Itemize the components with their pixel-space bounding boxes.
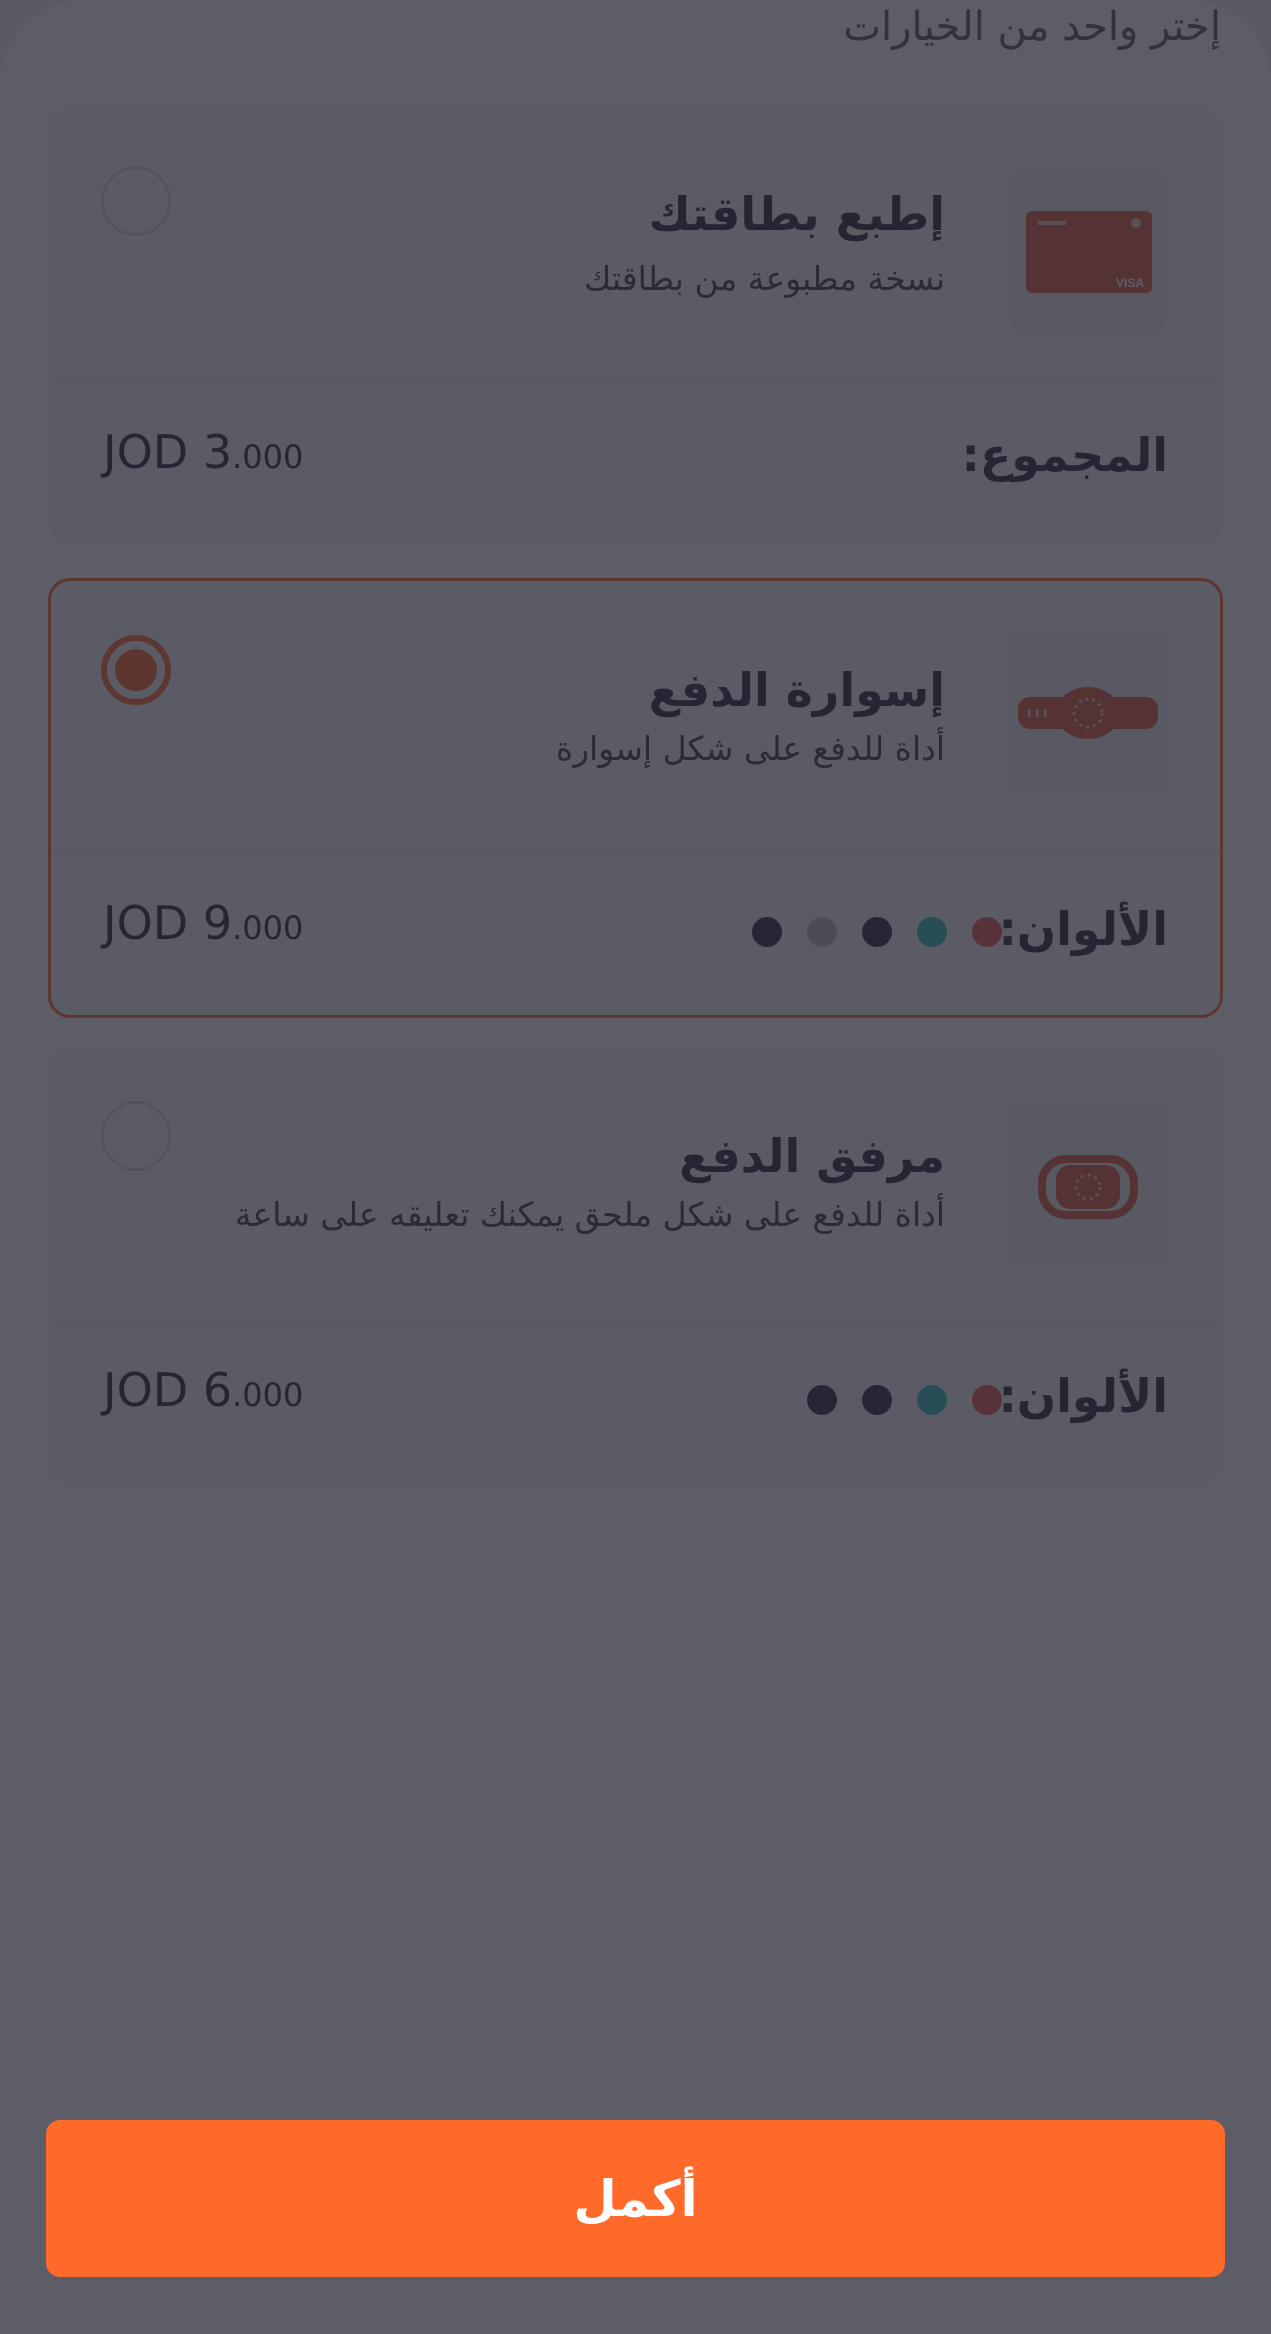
color-swatches xyxy=(752,917,1002,947)
radio-button[interactable] xyxy=(101,166,171,236)
option-card-print[interactable]: VISA إطبع بطاقتك نسخة مطبوعة من بطاقتك ا… xyxy=(48,108,1223,544)
price-decimal: .000 xyxy=(232,1376,304,1414)
color-swatch[interactable] xyxy=(807,917,837,947)
divider xyxy=(51,1321,1220,1323)
divider xyxy=(51,851,1220,853)
colors-label: الألوان: xyxy=(998,1369,1168,1423)
color-swatch[interactable] xyxy=(917,1385,947,1415)
option-description: أداة للدفع على شكل إسوارة xyxy=(555,729,945,768)
continue-button[interactable]: أكمل xyxy=(46,2120,1225,2277)
divider xyxy=(51,379,1220,381)
price-integer: 9 xyxy=(202,896,233,950)
radio-button[interactable] xyxy=(101,1101,171,1171)
price-integer: 6 xyxy=(202,1363,233,1417)
price-integer: 3 xyxy=(202,425,233,479)
color-swatch[interactable] xyxy=(862,917,892,947)
option-card-bracelet[interactable]: إسوارة الدفع أداة للدفع على شكل إسوارة ا… xyxy=(48,578,1223,1018)
card-thumbnail-icon: VISA xyxy=(1008,171,1168,331)
price-currency: JOD xyxy=(103,425,189,479)
option-title: إطبع بطاقتك xyxy=(648,187,945,241)
price-decimal: .000 xyxy=(232,909,304,947)
option-description: أداة للدفع على شكل ملحق يمكنك تعليقه على… xyxy=(234,1195,945,1234)
option-price: JOD 6.000 xyxy=(103,1363,303,1417)
price-currency: JOD xyxy=(103,896,189,950)
color-swatch[interactable] xyxy=(752,917,782,947)
visa-logo: VISA xyxy=(1116,276,1144,290)
price-decimal: .000 xyxy=(232,438,304,476)
option-price: JOD 3.000 xyxy=(103,425,303,479)
colors-label: الألوان: xyxy=(998,902,1168,956)
option-title: مرفق الدفع xyxy=(679,1129,945,1183)
bottom-sheet: إختر واحد من الخيارات VISA إطبع بطاقتك ن… xyxy=(0,0,1271,2334)
page-subtitle: إختر واحد من الخيارات xyxy=(843,4,1221,50)
radio-button-selected[interactable] xyxy=(101,635,171,705)
color-swatch[interactable] xyxy=(972,917,1002,947)
color-swatches xyxy=(807,1385,1002,1415)
bracelet-icon xyxy=(1008,631,1168,791)
color-swatch[interactable] xyxy=(972,1385,1002,1415)
color-swatch[interactable] xyxy=(807,1385,837,1415)
watch-attachment-icon xyxy=(1008,1103,1168,1263)
color-swatch[interactable] xyxy=(917,917,947,947)
option-description: نسخة مطبوعة من بطاقتك xyxy=(584,259,945,298)
total-label: المجموع: xyxy=(961,428,1168,482)
color-swatch[interactable] xyxy=(862,1385,892,1415)
option-card-attachment[interactable]: مرفق الدفع أداة للدفع على شكل ملحق يمكنك… xyxy=(48,1050,1223,1484)
option-price: JOD 9.000 xyxy=(103,896,303,950)
option-title: إسوارة الدفع xyxy=(648,663,945,717)
price-currency: JOD xyxy=(103,1363,189,1417)
